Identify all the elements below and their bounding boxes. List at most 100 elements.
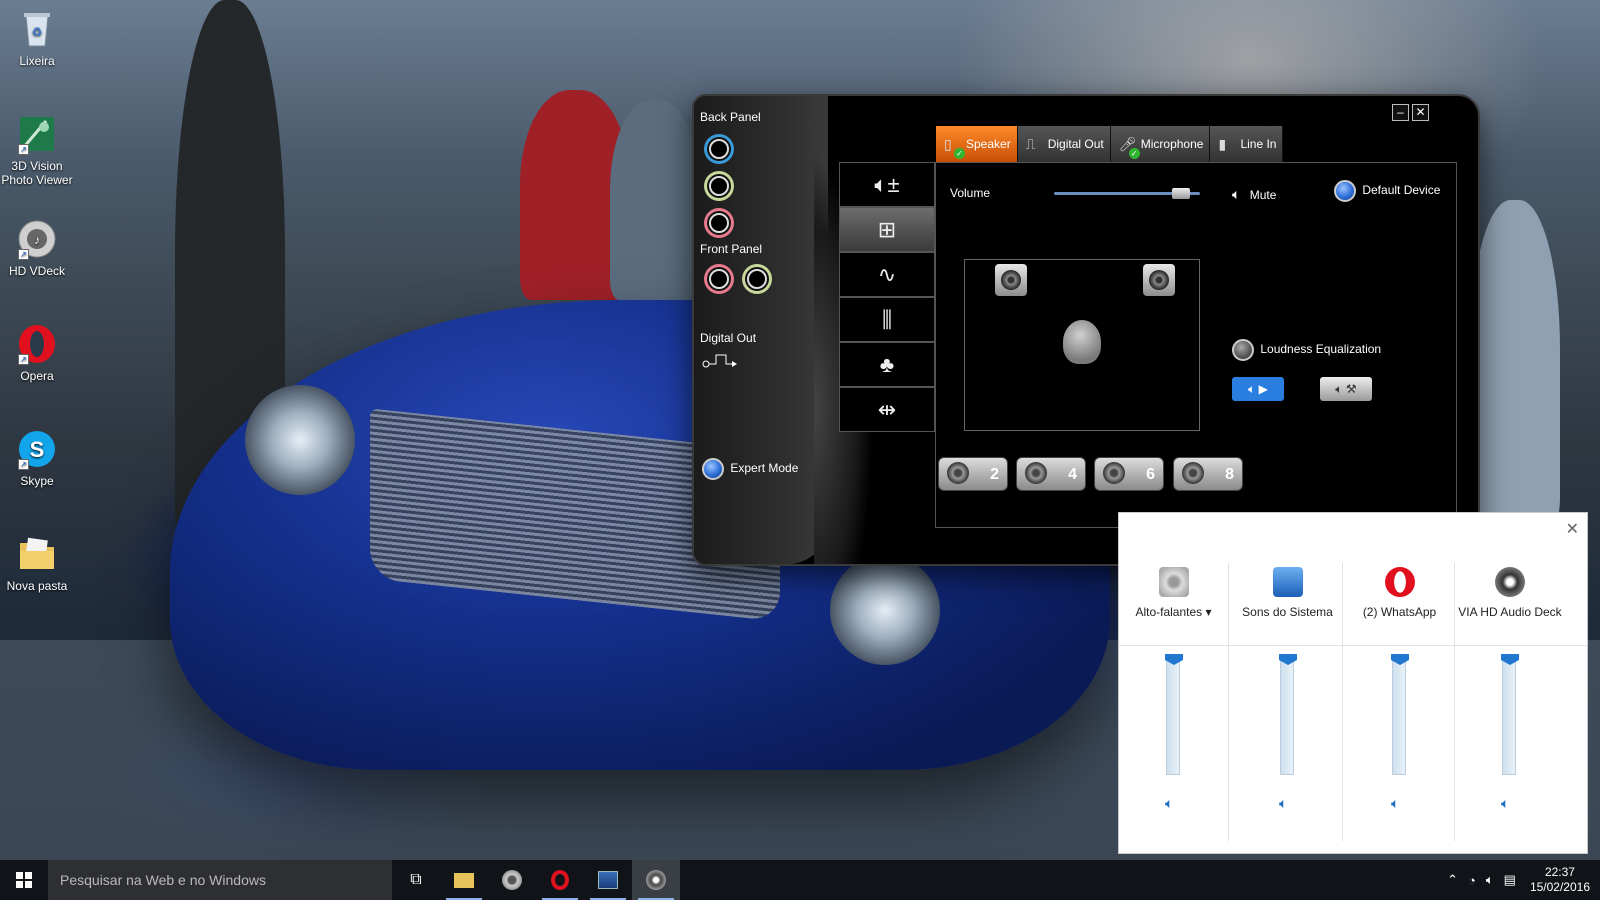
task-view-button[interactable]: ⧉ <box>392 860 440 900</box>
loudness-radio-icon <box>1232 339 1254 361</box>
wallpaper-headlight <box>830 555 940 665</box>
volume-slider[interactable] <box>1501 654 1519 775</box>
slider-thumb[interactable] <box>1165 654 1183 665</box>
volume-control-button[interactable]: 🔈︎± <box>839 162 935 207</box>
tab-microphone[interactable]: 🎤︎ ✓ Microphone <box>1110 126 1211 162</box>
mixer-column-system-sounds: Sons do Sistema 🔈︎ <box>1233 563 1343 841</box>
mute-button[interactable]: 🔈︎ Mute <box>1232 186 1276 203</box>
equalizer-button[interactable]: ⫼ <box>839 297 935 342</box>
shortcut-arrow-icon: ↗ <box>18 354 29 365</box>
windows-logo-icon <box>16 872 32 888</box>
task-view-icon: ⧉ <box>410 871 422 888</box>
speaker-volume-icon[interactable]: 🔈︎ <box>1279 795 1287 812</box>
front-panel-jack-green[interactable] <box>742 264 772 294</box>
loudness-equalization-toggle[interactable]: Loudness Equalization <box>1232 339 1381 361</box>
desktop-icon-lixeira[interactable]: ♻ Lixeira <box>0 8 74 68</box>
front-left-speaker-icon[interactable] <box>995 264 1027 296</box>
channel-6-button[interactable]: 6 <box>1094 457 1164 491</box>
system-tray: ⌃ ◔ 🔈︎ ▤ 22:37 15/02/2016 <box>1447 860 1600 900</box>
channel-4-button[interactable]: 4 <box>1016 457 1086 491</box>
back-panel-jack-green[interactable] <box>704 171 734 201</box>
tab-line-in[interactable]: ▮ Line In <box>1210 126 1284 162</box>
speakers-device-dropdown[interactable]: Alto-falantes ▾ <box>1119 605 1228 637</box>
slider-thumb[interactable] <box>1501 654 1519 665</box>
signal-button[interactable]: ∿ <box>839 252 935 297</box>
speaker-layout-icon: ⊞ <box>877 216 897 242</box>
hd-vdeck-icon: ♪ ↗ <box>16 218 58 260</box>
back-panel-jack-blue[interactable] <box>704 134 734 164</box>
front-panel-jack-pink[interactable] <box>704 264 734 294</box>
volume-slider[interactable] <box>1054 188 1200 199</box>
tab-speaker[interactable]: ▯ ✓ Speaker <box>936 126 1018 162</box>
room-correction-button[interactable]: ⇹ <box>839 387 935 432</box>
volume-slider[interactable] <box>1279 654 1297 775</box>
taskbar-opera[interactable] <box>536 860 584 900</box>
tab-label: Microphone <box>1140 137 1204 151</box>
test-speakers-button[interactable]: 🔈︎ ▶ <box>1232 377 1284 401</box>
digital-out-connector-icon[interactable] <box>702 350 742 373</box>
channel-label: 6 <box>1146 466 1155 483</box>
taskbar-app[interactable] <box>584 860 632 900</box>
speaker-volume-icon[interactable]: 🔈︎ <box>1165 795 1173 812</box>
minimize-button[interactable]: – <box>1392 104 1409 121</box>
desktop-icon-hd-vdeck[interactable]: ♪ ↗ HD VDeck <box>0 218 74 278</box>
mixer-column-label: Sons do Sistema <box>1242 605 1333 619</box>
check-icon: ✓ <box>954 148 965 159</box>
environment-button[interactable]: ♣ <box>839 342 935 387</box>
opera-icon <box>551 870 569 890</box>
volume-label: Volume <box>950 186 991 200</box>
channel-2-button[interactable]: 2 <box>938 457 1008 491</box>
volume-slider[interactable] <box>1165 654 1183 775</box>
search-box[interactable]: Pesquisar na Web e no Windows <box>48 860 392 900</box>
clock-time: 22:37 <box>1544 865 1575 879</box>
volume-icon[interactable]: 🔈︎ <box>1486 872 1494 888</box>
channel-label: 4 <box>1068 466 1077 483</box>
opera-icon <box>1384 567 1415 597</box>
slider-thumb[interactable] <box>1279 654 1297 665</box>
desktop-icon-3d-vision[interactable]: ↗ 3D Vision Photo Viewer <box>0 113 74 187</box>
speaker-tools-button[interactable]: 🔈︎ ⚒ <box>1320 377 1372 401</box>
default-device-toggle[interactable]: Default Device <box>1334 180 1440 202</box>
mixer-column-whatsapp: (2) WhatsApp 🔈︎ <box>1345 563 1455 841</box>
front-right-speaker-icon[interactable] <box>1143 264 1175 296</box>
taskbar-file-explorer[interactable] <box>440 860 488 900</box>
speaker-volume-icon[interactable]: 🔈︎ <box>1501 795 1509 812</box>
desktop-icon-skype[interactable]: S ↗ Skype <box>0 428 74 488</box>
close-button[interactable]: ✕ <box>1412 104 1429 121</box>
channel-8-button[interactable]: 8 <box>1173 457 1243 491</box>
clock[interactable]: 22:37 15/02/2016 <box>1530 865 1590 895</box>
svg-text:S: S <box>30 437 45 462</box>
taskbar-via-hd-audio-deck[interactable] <box>632 860 680 900</box>
volume-mixer-flyout: ✕ Alto-falantes ▾ 🔈︎ Sons do Sistema 🔈︎ … <box>1118 512 1588 854</box>
hd-vdeck-icon <box>1495 567 1525 597</box>
folder-icon <box>16 533 58 575</box>
back-panel-label: Back Panel <box>700 110 761 124</box>
waveform-icon: ∿ <box>877 261 897 287</box>
digital-out-label: Digital Out <box>700 331 757 345</box>
slider-thumb[interactable] <box>1391 654 1409 665</box>
hd-vdeck-icon <box>502 870 522 890</box>
tab-label: Digital Out <box>1047 137 1104 151</box>
taskbar-hd-vdeck[interactable] <box>488 860 536 900</box>
network-icon[interactable]: ◔ <box>1468 873 1476 888</box>
close-icon[interactable]: ✕ <box>1566 519 1579 539</box>
volume-slider[interactable] <box>1391 654 1409 775</box>
wallpaper-person <box>1470 200 1560 530</box>
app-window-icon <box>598 871 618 889</box>
room-correction-icon: ⇹ <box>877 396 897 422</box>
desktop-icon-opera[interactable]: ↗ Opera <box>0 323 74 383</box>
speaker-volume-icon[interactable]: 🔈︎ <box>1391 795 1399 812</box>
opera-icon: ↗ <box>16 323 58 365</box>
volume-slider-thumb[interactable] <box>1171 188 1190 199</box>
tab-digital-out[interactable]: ⎍ Digital Out <box>1017 126 1111 162</box>
start-button[interactable] <box>0 860 48 900</box>
line-in-icon: ▮ <box>1218 136 1227 152</box>
chevron-up-icon[interactable]: ⌃ <box>1447 872 1458 888</box>
speaker-configuration-button[interactable]: ⊞ <box>839 207 935 252</box>
desktop-icon-nova-pasta[interactable]: Nova pasta <box>0 533 74 593</box>
back-panel-jack-pink[interactable] <box>704 208 734 238</box>
search-placeholder: Pesquisar na Web e no Windows <box>60 872 266 888</box>
expert-mode-toggle[interactable]: Expert Mode <box>702 458 798 480</box>
tab-label: Line In <box>1240 137 1277 151</box>
action-center-icon[interactable]: ▤ <box>1504 872 1516 888</box>
